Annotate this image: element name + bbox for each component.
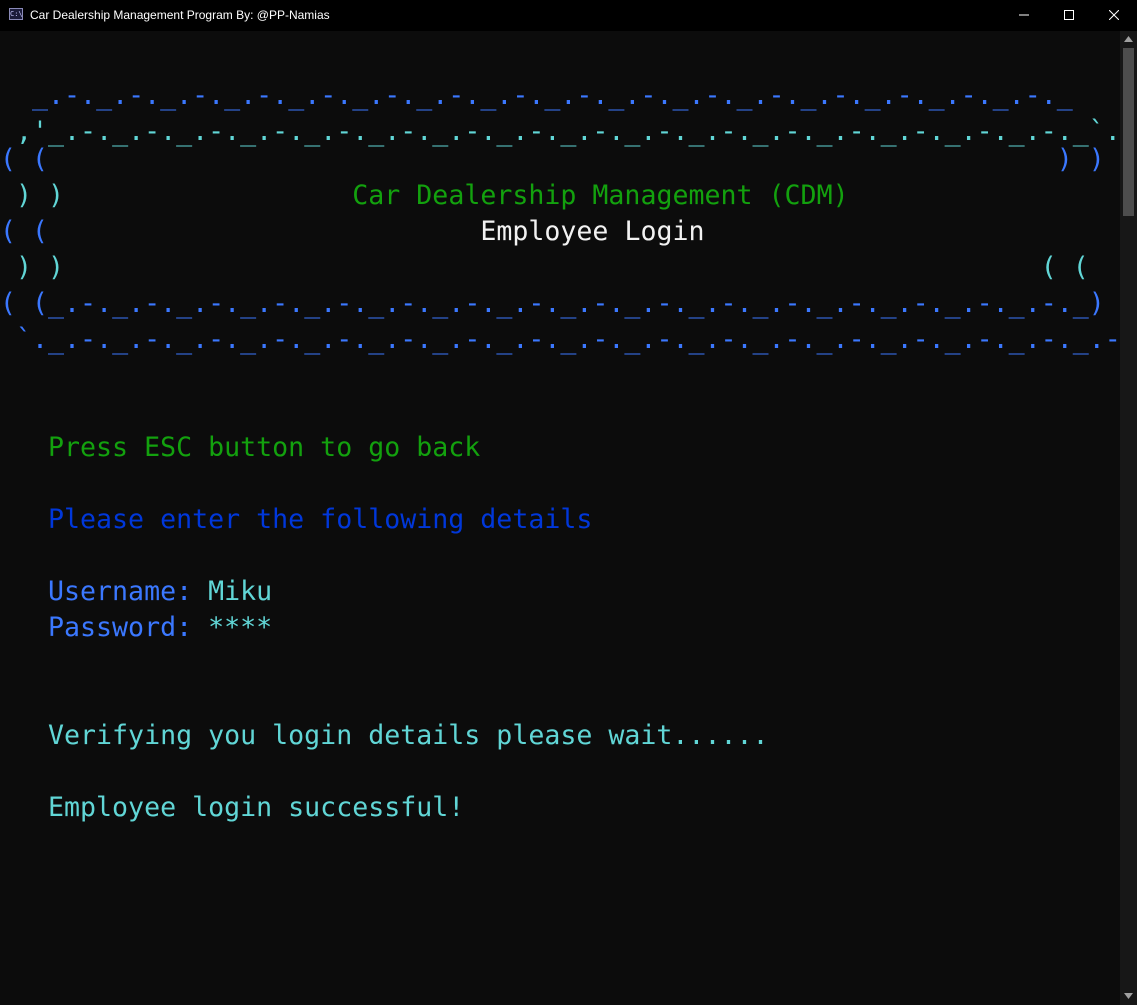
- minimize-button[interactable]: [1001, 0, 1047, 31]
- username-value: Miku: [208, 576, 273, 607]
- vertical-scrollbar[interactable]: [1120, 31, 1137, 1005]
- banner-bottom-line: `._.-._.-._.-._.-._.-._.-._.-._.-._.-._.…: [0, 324, 1137, 355]
- close-button[interactable]: [1091, 0, 1137, 31]
- scroll-thumb[interactable]: [1123, 48, 1134, 216]
- window-title: Car Dealership Management Program By: @P…: [30, 8, 330, 22]
- maximize-icon: [1064, 10, 1074, 20]
- banner-bottom-border: ( (_.-._.-._.-._.-._.-._.-._.-._.-._.-._…: [0, 288, 1137, 319]
- banner-side-left: ( (: [0, 216, 49, 247]
- close-icon: [1109, 10, 1119, 20]
- password-label: Password:: [48, 612, 193, 643]
- esc-hint: Press ESC button to go back: [48, 432, 481, 463]
- banner-side-left: ) ): [0, 180, 65, 211]
- banner-top-line: _.-._.-._.-._.-._.-._.-._.-._.-._.-._.-.…: [0, 80, 1073, 111]
- console-window: C:\ Car Dealership Management Program By…: [0, 0, 1137, 1005]
- banner-side-line: ) ) ( (: [0, 252, 1089, 283]
- minimize-icon: [1019, 14, 1029, 16]
- scroll-up-icon: [1124, 36, 1133, 42]
- scroll-down-button[interactable]: [1120, 988, 1137, 1005]
- banner-subtitle: Employee Login: [480, 216, 705, 247]
- password-value: ****: [208, 612, 273, 643]
- title-bar[interactable]: C:\ Car Dealership Management Program By…: [0, 0, 1137, 31]
- console-output[interactable]: _.-._.-._.-._.-._.-._.-._.-._.-._.-._.-.…: [0, 31, 1137, 1005]
- ascii-banner: _.-._.-._.-._.-._.-._.-._.-._.-._.-._.-.…: [0, 80, 1137, 403]
- console-app-icon[interactable]: C:\: [9, 8, 23, 20]
- maximize-button[interactable]: [1046, 0, 1092, 31]
- username-label: Username:: [48, 576, 193, 607]
- username-row: Username: Miku: [48, 574, 272, 610]
- banner-title: Car Dealership Management (CDM): [352, 180, 849, 211]
- banner-subtitle-row: ( ( Employee Login ) ): [0, 214, 1137, 250]
- password-row: Password: ****: [48, 610, 272, 646]
- verifying-message: Verifying you login details please wait.…: [48, 720, 769, 751]
- scroll-down-icon: [1124, 993, 1133, 999]
- details-prompt: Please enter the following details: [48, 504, 593, 535]
- banner-side-line: ( ( ) ): [0, 144, 1105, 175]
- success-message: Employee login successful!: [48, 792, 465, 823]
- banner-title-row: ) ) Car Dealership Management (CDM) ( (: [0, 178, 1137, 214]
- scroll-up-button[interactable]: [1120, 31, 1137, 48]
